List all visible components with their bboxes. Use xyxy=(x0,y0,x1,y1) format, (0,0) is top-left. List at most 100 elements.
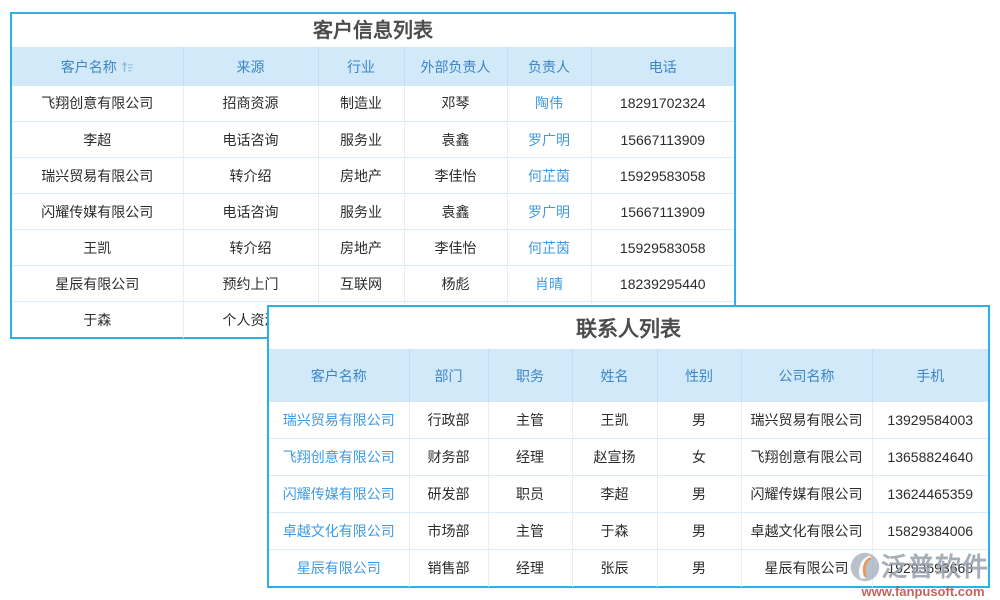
customer-name-cell: 飞翔创意有限公司 xyxy=(12,86,183,122)
department-cell: 研发部 xyxy=(409,476,488,513)
column-header-gender: 性别 xyxy=(657,350,741,402)
column-header-source: 来源 xyxy=(183,48,318,86)
mobile-cell: 19293593668 xyxy=(872,550,988,587)
table-row: 李超 电话咨询 服务业 袁鑫 罗广明 15667113909 xyxy=(12,122,734,158)
sort-ascending-icon[interactable] xyxy=(121,61,134,74)
customer-link[interactable]: 瑞兴贸易有限公司 xyxy=(269,402,409,439)
column-header-customer-name: 客户名称 xyxy=(269,350,409,402)
mobile-cell: 13624465359 xyxy=(872,476,988,513)
contact-list-title: 联系人列表 xyxy=(269,307,988,349)
customer-link[interactable]: 闪耀传媒有限公司 xyxy=(269,476,409,513)
contact-table: 客户名称 部门 职务 姓名 性别 公司名称 手机 瑞兴贸易有限公司 行政部 主管… xyxy=(269,349,988,587)
column-header-company: 公司名称 xyxy=(741,350,872,402)
owner-link[interactable]: 肖晴 xyxy=(507,266,591,302)
phone-cell: 15667113909 xyxy=(591,122,734,158)
owner-link[interactable]: 何芷茵 xyxy=(507,230,591,266)
industry-cell: 服务业 xyxy=(318,122,404,158)
department-cell: 财务部 xyxy=(409,439,488,476)
company-cell: 星辰有限公司 xyxy=(741,550,872,587)
mobile-cell: 13929584003 xyxy=(872,402,988,439)
table-row: 王凯 转介绍 房地产 李佳怡 何芷茵 15929583058 xyxy=(12,230,734,266)
phone-cell: 18239295440 xyxy=(591,266,734,302)
mobile-cell: 13658824640 xyxy=(872,439,988,476)
owner-link[interactable]: 陶伟 xyxy=(507,86,591,122)
table-row: 闪耀传媒有限公司 电话咨询 服务业 袁鑫 罗广明 15667113909 xyxy=(12,194,734,230)
table-row: 闪耀传媒有限公司 研发部 职员 李超 男 闪耀传媒有限公司 1362446535… xyxy=(269,476,988,513)
customer-link[interactable]: 星辰有限公司 xyxy=(269,550,409,587)
name-cell: 张辰 xyxy=(572,550,657,587)
company-cell: 瑞兴贸易有限公司 xyxy=(741,402,872,439)
gender-cell: 男 xyxy=(657,513,741,550)
name-cell: 王凯 xyxy=(572,402,657,439)
position-cell: 主管 xyxy=(488,513,572,550)
customer-name-cell: 闪耀传媒有限公司 xyxy=(12,194,183,230)
source-cell: 电话咨询 xyxy=(183,194,318,230)
customer-name-cell: 王凯 xyxy=(12,230,183,266)
contact-table-header-row: 客户名称 部门 职务 姓名 性别 公司名称 手机 xyxy=(269,350,988,402)
position-cell: 职员 xyxy=(488,476,572,513)
customer-list-panel: 客户信息列表 客户名称 来源 行业 外部负责人 负责人 电话 飞翔创意有限公司 … xyxy=(10,12,736,339)
owner-link[interactable]: 罗广明 xyxy=(507,194,591,230)
industry-cell: 制造业 xyxy=(318,86,404,122)
mobile-number: 19293593668 xyxy=(887,560,973,576)
customer-link[interactable]: 卓越文化有限公司 xyxy=(269,513,409,550)
source-cell: 转介绍 xyxy=(183,230,318,266)
customer-name-cell: 于森 xyxy=(12,302,183,338)
name-cell: 赵宣扬 xyxy=(572,439,657,476)
column-header-name: 姓名 xyxy=(572,350,657,402)
gender-cell: 男 xyxy=(657,476,741,513)
customer-name-cell: 瑞兴贸易有限公司 xyxy=(12,158,183,194)
position-cell: 主管 xyxy=(488,402,572,439)
table-row: 星辰有限公司 预约上门 互联网 杨彪 肖晴 18239295440 xyxy=(12,266,734,302)
customer-table: 客户名称 来源 行业 外部负责人 负责人 电话 飞翔创意有限公司 招商资源 制造… xyxy=(12,47,734,338)
source-cell: 预约上门 xyxy=(183,266,318,302)
industry-cell: 房地产 xyxy=(318,158,404,194)
customer-table-header-row: 客户名称 来源 行业 外部负责人 负责人 电话 xyxy=(12,48,734,86)
column-header-external-owner: 外部负责人 xyxy=(404,48,507,86)
table-row: 瑞兴贸易有限公司 转介绍 房地产 李佳怡 何芷茵 15929583058 xyxy=(12,158,734,194)
phone-cell: 15929583058 xyxy=(591,158,734,194)
table-row: 星辰有限公司 销售部 经理 张辰 男 星辰有限公司 19293593668 xyxy=(269,550,988,587)
table-row: 瑞兴贸易有限公司 行政部 主管 王凯 男 瑞兴贸易有限公司 1392958400… xyxy=(269,402,988,439)
industry-cell: 房地产 xyxy=(318,230,404,266)
table-row: 卓越文化有限公司 市场部 主管 于森 男 卓越文化有限公司 1582938400… xyxy=(269,513,988,550)
column-header-industry: 行业 xyxy=(318,48,404,86)
source-cell: 转介绍 xyxy=(183,158,318,194)
column-header-mobile: 手机 xyxy=(872,350,988,402)
industry-cell: 服务业 xyxy=(318,194,404,230)
external-owner-cell: 邓琴 xyxy=(404,86,507,122)
phone-cell: 18291702324 xyxy=(591,86,734,122)
source-cell: 电话咨询 xyxy=(183,122,318,158)
department-cell: 销售部 xyxy=(409,550,488,587)
position-cell: 经理 xyxy=(488,550,572,587)
phone-cell: 15929583058 xyxy=(591,230,734,266)
external-owner-cell: 袁鑫 xyxy=(404,194,507,230)
contact-list-panel: 联系人列表 客户名称 部门 职务 姓名 性别 公司名称 手机 瑞兴贸易有限公司 … xyxy=(267,305,990,588)
name-cell: 李超 xyxy=(572,476,657,513)
company-cell: 卓越文化有限公司 xyxy=(741,513,872,550)
customer-name-cell: 星辰有限公司 xyxy=(12,266,183,302)
column-header-customer-name[interactable]: 客户名称 xyxy=(12,48,183,86)
department-cell: 市场部 xyxy=(409,513,488,550)
column-header-department: 部门 xyxy=(409,350,488,402)
owner-link[interactable]: 何芷茵 xyxy=(507,158,591,194)
gender-cell: 女 xyxy=(657,439,741,476)
external-owner-cell: 袁鑫 xyxy=(404,122,507,158)
column-header-phone: 电话 xyxy=(591,48,734,86)
column-header-label: 客户名称 xyxy=(61,59,117,75)
table-row: 飞翔创意有限公司 招商资源 制造业 邓琴 陶伟 18291702324 xyxy=(12,86,734,122)
source-cell: 招商资源 xyxy=(183,86,318,122)
owner-link[interactable]: 罗广明 xyxy=(507,122,591,158)
external-owner-cell: 杨彪 xyxy=(404,266,507,302)
external-owner-cell: 李佳怡 xyxy=(404,230,507,266)
position-cell: 经理 xyxy=(488,439,572,476)
gender-cell: 男 xyxy=(657,550,741,587)
customer-list-title: 客户信息列表 xyxy=(12,14,734,47)
name-cell: 于森 xyxy=(572,513,657,550)
customer-name-cell: 李超 xyxy=(12,122,183,158)
column-header-owner: 负责人 xyxy=(507,48,591,86)
customer-link[interactable]: 飞翔创意有限公司 xyxy=(269,439,409,476)
gender-cell: 男 xyxy=(657,402,741,439)
column-header-position: 职务 xyxy=(488,350,572,402)
table-row: 飞翔创意有限公司 财务部 经理 赵宣扬 女 飞翔创意有限公司 136588246… xyxy=(269,439,988,476)
